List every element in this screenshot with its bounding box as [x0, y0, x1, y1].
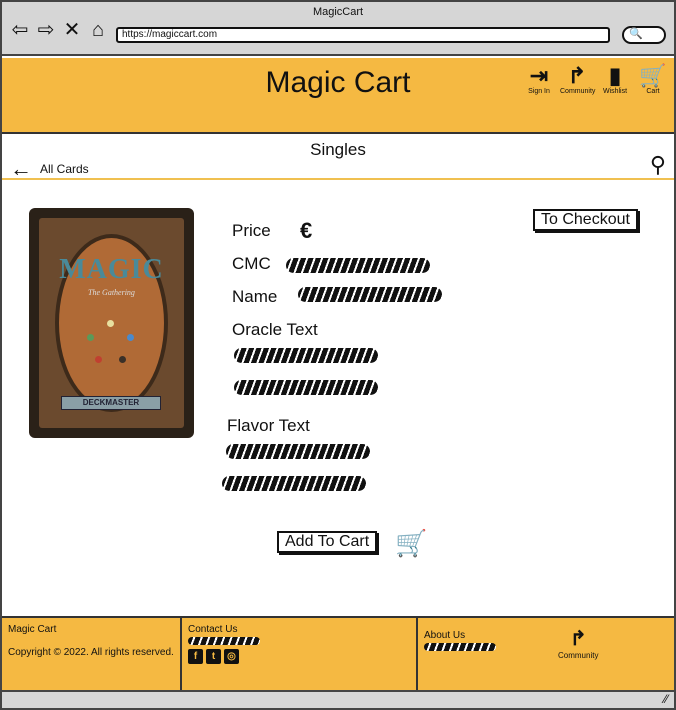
cart-icon: 🛒	[639, 63, 667, 88]
contact-us-link[interactable]: Contact Us	[188, 624, 410, 635]
footer-brand: Magic Cart	[8, 624, 57, 635]
mana-red	[95, 356, 102, 363]
community-link[interactable]: ↱ Community	[560, 63, 596, 96]
window-title: MagicCart	[312, 6, 364, 18]
back-arrow-icon[interactable]: ⇦	[10, 20, 30, 40]
cmc-label: CMC	[232, 254, 271, 273]
price-label: Price	[232, 221, 271, 240]
cart-link[interactable]: 🛒 Cart	[636, 63, 670, 96]
flavor-text-redacted-1	[226, 444, 370, 459]
footer-brand-column: Magic Cart Copyright © 2022. All rights …	[2, 618, 182, 692]
back-arrow-icon: ←	[10, 156, 32, 181]
mana-black	[119, 356, 126, 363]
cart-label: Cart	[646, 88, 660, 95]
search-icon: 🔍	[629, 28, 643, 40]
share-icon: ↱	[567, 63, 587, 88]
footer-copyright: Copyright © 2022. All rights reserved.	[8, 647, 174, 658]
browser-window: MagicCart ⇦ ⇨ ✕ ⌂ https://magiccart.com …	[0, 0, 676, 710]
card-deckmaster: DECKMASTER	[61, 396, 161, 410]
oracle-text-redacted-1	[234, 348, 378, 363]
community-label: Community	[560, 88, 596, 95]
instagram-icon[interactable]: ◎	[224, 649, 239, 664]
close-icon[interactable]: ✕	[62, 20, 82, 40]
add-to-cart-button[interactable]: Add To Cart	[277, 531, 378, 553]
to-checkout-button[interactable]: To Checkout	[533, 209, 638, 231]
footer-community-link[interactable]: ↱ Community	[558, 626, 598, 660]
card-frame: MAGIC The Gathering DECKMASTER	[39, 218, 184, 428]
site-header: Magic Cart ⇥ Sign In ↱ Community ▮ Wishl…	[2, 58, 674, 134]
forward-arrow-icon[interactable]: ⇨	[36, 20, 56, 40]
mana-blue	[127, 334, 134, 341]
card-subtitle: The Gathering	[88, 288, 135, 297]
status-bar: ⁄⁄	[2, 690, 674, 708]
back-to-all-cards[interactable]: ← All Cards	[10, 156, 89, 182]
home-icon[interactable]: ⌂	[88, 20, 108, 40]
footer-about-column: About Us ↱ Community	[418, 618, 674, 692]
resize-grip-icon[interactable]: ⁄⁄	[664, 692, 668, 706]
bookmark-icon: ▮	[608, 63, 622, 88]
about-redacted	[424, 643, 496, 651]
add-cart-icon[interactable]: 🛒	[395, 528, 427, 559]
name-label: Name	[232, 287, 278, 306]
cmc-value-redacted	[286, 258, 430, 273]
browser-search[interactable]: 🔍	[622, 26, 666, 44]
share-icon: ↱	[569, 628, 587, 650]
browser-nav: ⇦ ⇨ ✕ ⌂	[10, 20, 108, 40]
back-label: All Cards	[40, 162, 89, 176]
footer-contact-column: Contact Us f t ◎	[182, 618, 418, 692]
card-logo: MAGIC	[59, 254, 164, 285]
search-icon[interactable]: ⚲	[650, 152, 666, 178]
oracle-text-label: Oracle Text	[232, 320, 318, 339]
sub-navigation: Singles ← All Cards ⚲	[2, 134, 674, 182]
flavor-text-redacted-2	[222, 476, 366, 491]
mana-green	[87, 334, 94, 341]
site-footer: Magic Cart Copyright © 2022. All rights …	[2, 616, 674, 692]
wishlist-link[interactable]: ▮ Wishlist	[598, 63, 632, 96]
header-nav: ⇥ Sign In ↱ Community ▮ Wishlist 🛒 Cart	[522, 63, 670, 96]
flavor-text-label: Flavor Text	[227, 416, 310, 435]
page-title: Singles	[310, 140, 366, 159]
price-currency: €	[300, 218, 313, 243]
social-links: f t ◎	[188, 649, 410, 664]
twitter-icon[interactable]: t	[206, 649, 221, 664]
contact-redacted	[188, 637, 260, 645]
browser-chrome: MagicCart ⇦ ⇨ ✕ ⌂ https://magiccart.com …	[2, 2, 674, 56]
sign-in-icon: ⇥	[529, 63, 549, 88]
sign-in-link[interactable]: ⇥ Sign In	[522, 63, 556, 96]
about-us-link[interactable]: About Us	[424, 630, 668, 641]
oracle-text-redacted-2	[234, 380, 378, 395]
facebook-icon[interactable]: f	[188, 649, 203, 664]
name-value-redacted	[298, 287, 442, 302]
address-bar[interactable]: https://magiccart.com	[116, 27, 610, 43]
wishlist-label: Wishlist	[602, 88, 628, 95]
card-image: MAGIC The Gathering DECKMASTER	[29, 208, 194, 438]
footer-community-label: Community	[558, 651, 599, 660]
sign-in-label: Sign In	[528, 88, 550, 95]
mana-white	[107, 320, 114, 327]
